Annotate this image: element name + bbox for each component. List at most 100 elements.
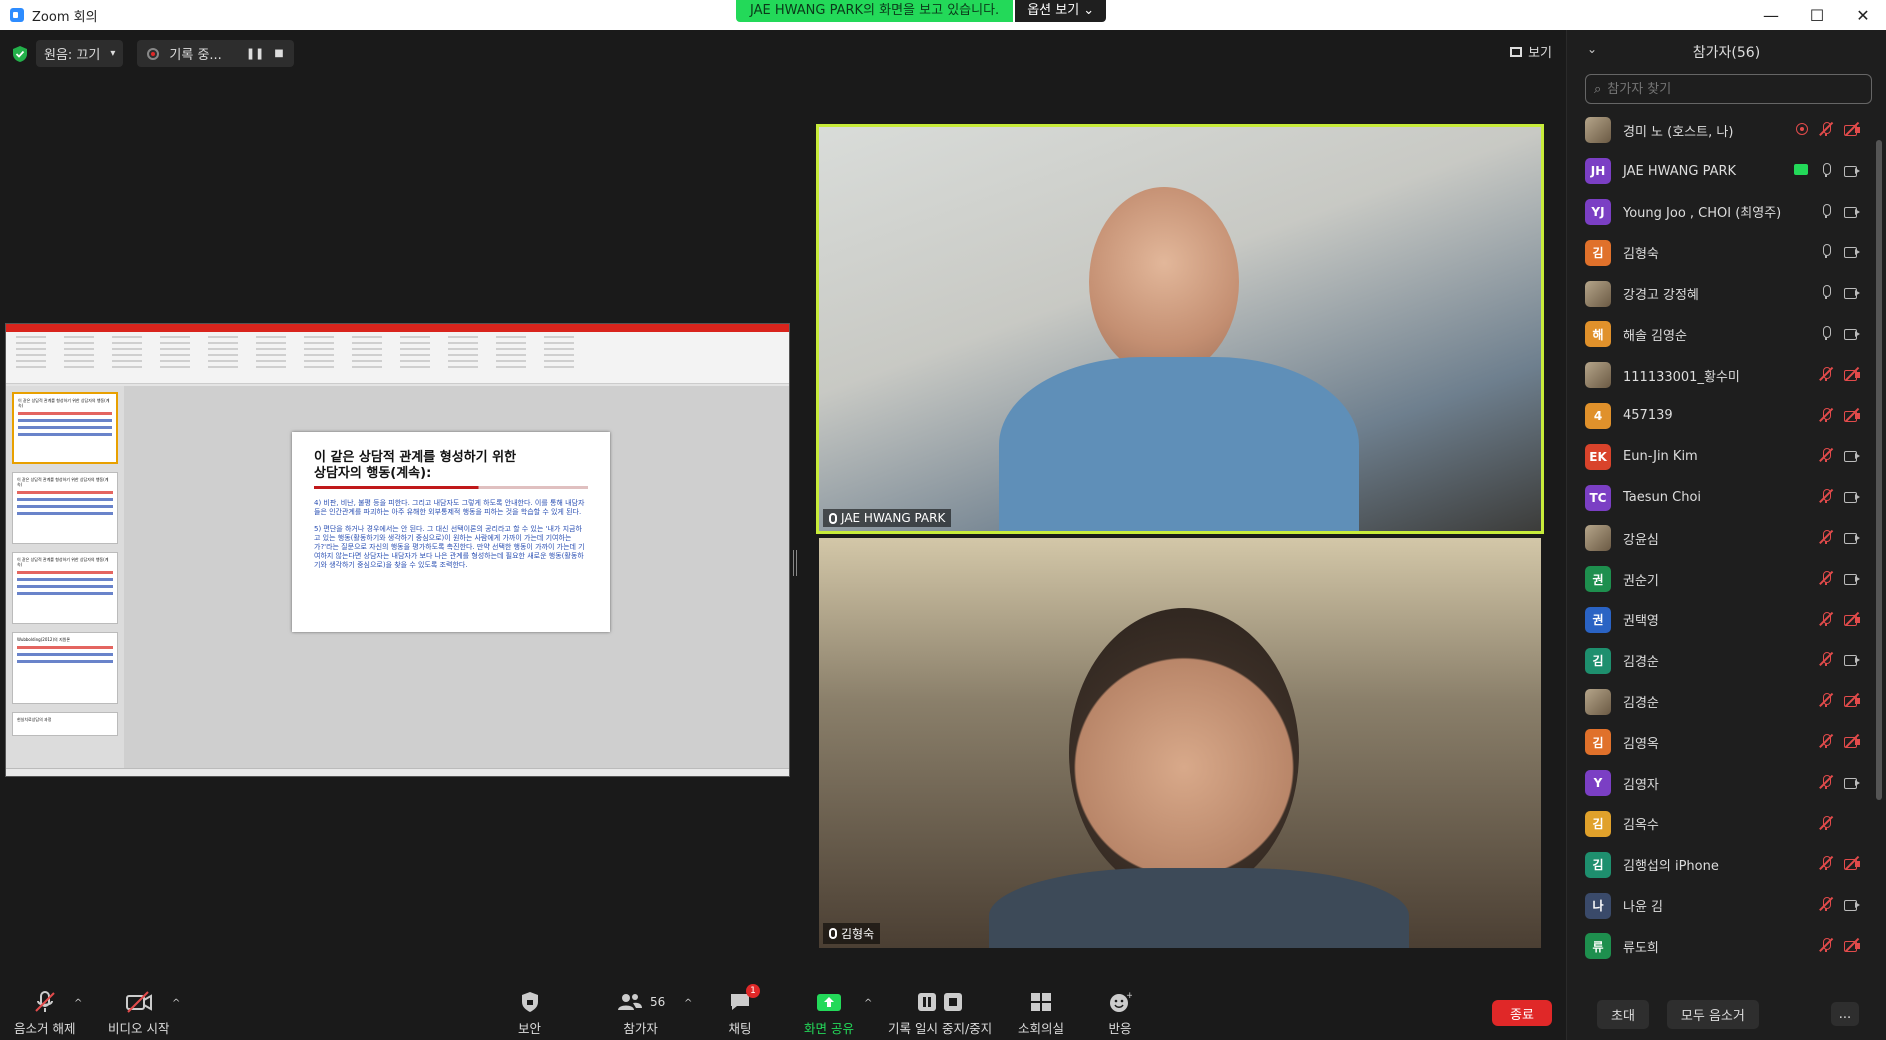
view-button[interactable]: 보기 xyxy=(1510,42,1552,61)
participant-row[interactable]: 김 김옥수 xyxy=(1567,804,1886,845)
mic-muted-icon[interactable] xyxy=(1818,896,1834,912)
video-off-icon[interactable] xyxy=(1844,692,1860,708)
participant-row[interactable]: 111133001_황수미 xyxy=(1567,355,1886,396)
video-icon[interactable] xyxy=(1844,651,1860,667)
mic-icon[interactable] xyxy=(1818,162,1834,178)
video-off-icon[interactable] xyxy=(1844,937,1860,953)
video-icon[interactable] xyxy=(1844,284,1860,300)
participant-search-input[interactable] xyxy=(1607,81,1863,97)
mic-muted-icon[interactable] xyxy=(1818,570,1834,586)
video-icon[interactable] xyxy=(1844,243,1860,259)
shared-screen[interactable]: 이 같은 상담적 관계를 형성하기 위한 상담자의 행동(계속) 이 같은 상담… xyxy=(5,323,790,777)
invite-button[interactable]: 초대 xyxy=(1597,999,1649,1029)
chat-label: 채팅 xyxy=(728,1021,752,1036)
participant-row[interactable]: 권 권택영 xyxy=(1567,600,1886,641)
participant-row[interactable]: 김 김행섭의 iPhone xyxy=(1567,844,1886,885)
video-tile-active-speaker[interactable]: JAE HWANG PARK xyxy=(816,124,1544,534)
view-options-button[interactable]: 옵션 보기 ⌄ xyxy=(1015,0,1107,22)
participant-row[interactable]: 나 나윤 김 xyxy=(1567,885,1886,926)
audio-options-caret[interactable]: ^ xyxy=(74,998,82,1009)
mic-muted-icon[interactable] xyxy=(1818,651,1834,667)
mic-muted-icon[interactable] xyxy=(1818,366,1834,382)
video-icon[interactable] xyxy=(1844,896,1860,912)
participant-row[interactable]: 김 김영옥 xyxy=(1567,722,1886,763)
mic-muted-icon[interactable] xyxy=(1818,855,1834,871)
participant-row[interactable]: 강경고 강정혜 xyxy=(1567,273,1886,314)
split-view-divider[interactable] xyxy=(793,550,797,576)
participant-row[interactable]: 김 김형숙 xyxy=(1567,232,1886,273)
video-off-icon[interactable] xyxy=(1844,855,1860,871)
more-options-button[interactable]: ... xyxy=(1831,1002,1859,1026)
participant-row[interactable]: 김 김경순 xyxy=(1567,640,1886,681)
participant-row[interactable]: JH JAE HWANG PARK xyxy=(1567,151,1886,192)
mic-muted-icon[interactable] xyxy=(1818,121,1834,137)
encryption-shield-icon[interactable] xyxy=(12,45,28,63)
stop-recording-icon[interactable]: ■ xyxy=(274,48,283,59)
video-off-icon[interactable] xyxy=(1844,366,1860,382)
video-icon[interactable] xyxy=(1844,774,1860,790)
mic-icon[interactable] xyxy=(1818,284,1834,300)
mic-muted-icon[interactable] xyxy=(1818,774,1834,790)
mic-muted-icon[interactable] xyxy=(1818,611,1834,627)
maximize-button[interactable]: ☐ xyxy=(1794,0,1840,30)
end-meeting-button[interactable]: 종료 xyxy=(1492,1000,1552,1026)
video-icon[interactable] xyxy=(1844,570,1860,586)
chevron-down-icon[interactable]: ▾ xyxy=(110,48,115,59)
participant-search[interactable]: ⌕ xyxy=(1585,74,1872,104)
mic-muted-icon[interactable] xyxy=(1818,407,1834,423)
video-icon[interactable] xyxy=(1844,203,1860,219)
mic-icon[interactable] xyxy=(1818,203,1834,219)
avatar xyxy=(1585,525,1611,552)
participant-row[interactable]: Y 김영자 xyxy=(1567,763,1886,804)
video-off-icon[interactable] xyxy=(1844,733,1860,749)
participants-button[interactable]: 56 참가자 xyxy=(616,988,665,1037)
reactions-button[interactable]: + 반응 xyxy=(1108,988,1132,1037)
video-icon[interactable] xyxy=(1844,325,1860,341)
mic-muted-icon[interactable] xyxy=(1818,937,1834,953)
share-options-caret[interactable]: ^ xyxy=(864,998,872,1009)
mic-icon[interactable] xyxy=(1818,243,1834,259)
mic-muted-icon[interactable] xyxy=(1818,815,1834,831)
mic-muted-icon[interactable] xyxy=(1818,733,1834,749)
participants-options-caret[interactable]: ^ xyxy=(684,998,692,1009)
collapse-panel-icon[interactable]: ⌄ xyxy=(1587,42,1597,56)
participant-status-icons xyxy=(1818,692,1860,708)
participant-row[interactable]: 4 457139 xyxy=(1567,396,1886,437)
share-screen-button[interactable]: 화면 공유 xyxy=(804,988,854,1037)
pause-recording-icon[interactable]: ❚❚ xyxy=(246,47,264,60)
video-off-icon[interactable] xyxy=(1844,121,1860,137)
video-options-caret[interactable]: ^ xyxy=(172,998,180,1009)
chat-button[interactable]: 1 채팅 xyxy=(728,984,760,1037)
participant-row[interactable]: 권 권순기 xyxy=(1567,559,1886,600)
participant-row[interactable]: 김경순 xyxy=(1567,681,1886,722)
mic-muted-icon[interactable] xyxy=(1818,692,1834,708)
video-off-icon[interactable] xyxy=(1844,611,1860,627)
breakout-rooms-button[interactable]: 소회의실 xyxy=(1018,988,1064,1037)
participant-row[interactable]: 류 류도희 xyxy=(1567,926,1886,967)
video-icon[interactable] xyxy=(1844,529,1860,545)
participant-row[interactable]: YJ Young Joo , CHOI (최영주) xyxy=(1567,192,1886,233)
participant-row[interactable]: 해 해솔 김영순 xyxy=(1567,314,1886,355)
mute-all-button[interactable]: 모두 음소거 xyxy=(1666,999,1759,1029)
participant-list-scrollbar[interactable] xyxy=(1876,140,1882,800)
unmute-button[interactable]: 음소거 해제 xyxy=(14,988,75,1037)
mic-muted-icon[interactable] xyxy=(1818,488,1834,504)
security-button[interactable]: 보안 xyxy=(518,988,541,1037)
video-tile[interactable]: 김형숙 xyxy=(819,538,1541,948)
mic-muted-icon[interactable] xyxy=(1818,447,1834,463)
video-off-icon[interactable] xyxy=(1844,407,1860,423)
video-icon[interactable] xyxy=(1844,162,1860,178)
original-sound-toggle[interactable]: 원음: 끄기 ▾ xyxy=(36,40,124,67)
close-button[interactable]: ✕ xyxy=(1840,0,1886,30)
participant-row[interactable]: EK Eun-Jin Kim xyxy=(1567,436,1886,477)
pause-stop-recording-button[interactable]: 기록 일시 중지/중지 xyxy=(888,988,992,1037)
participant-row[interactable]: TC Taesun Choi xyxy=(1567,477,1886,518)
mic-icon[interactable] xyxy=(1818,325,1834,341)
video-icon[interactable] xyxy=(1844,447,1860,463)
mic-muted-icon[interactable] xyxy=(1818,529,1834,545)
start-video-button[interactable]: 비디오 시작 xyxy=(108,988,169,1037)
minimize-button[interactable]: — xyxy=(1748,0,1794,30)
participant-row[interactable]: 경미 노 (호스트, 나) xyxy=(1567,110,1886,151)
video-icon[interactable] xyxy=(1844,488,1860,504)
participant-row[interactable]: 강윤심 xyxy=(1567,518,1886,559)
